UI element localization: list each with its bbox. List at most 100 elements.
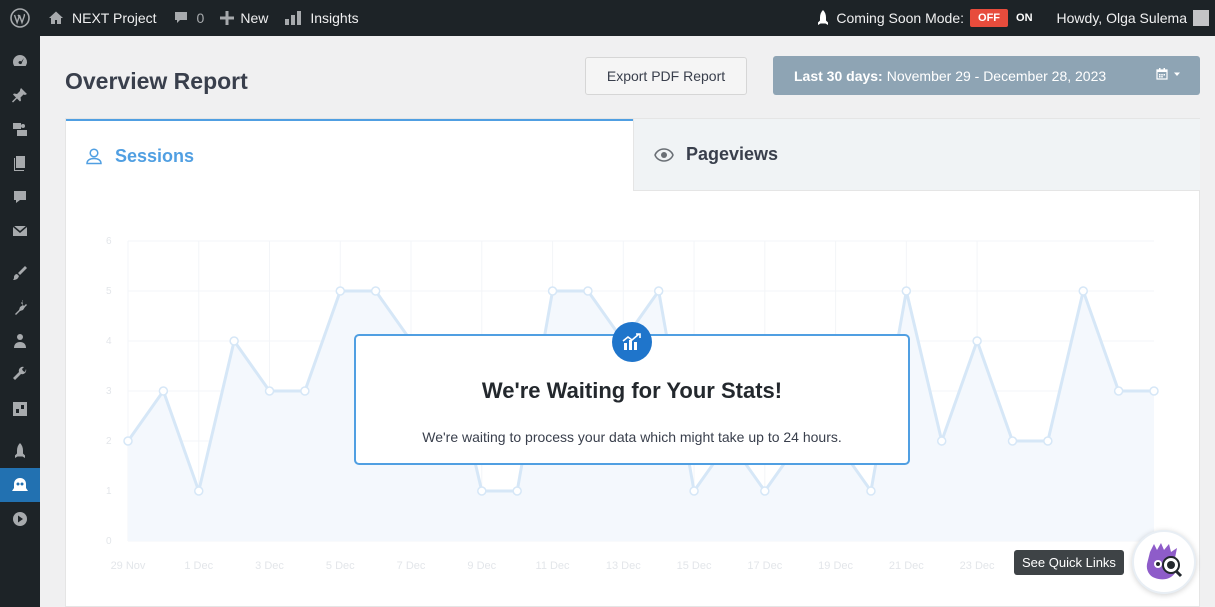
export-pdf-button[interactable]: Export PDF Report bbox=[585, 57, 747, 95]
x-tick-label: 21 Dec bbox=[889, 560, 924, 572]
data-point bbox=[1007, 436, 1018, 446]
dashboard-icon[interactable] bbox=[0, 44, 40, 78]
on-badge[interactable]: ON bbox=[1008, 9, 1041, 27]
pin-icon[interactable] bbox=[0, 78, 40, 112]
data-point bbox=[936, 436, 947, 446]
user-icon bbox=[85, 147, 115, 165]
coming-soon-label: Coming Soon Mode: bbox=[836, 10, 965, 26]
data-point bbox=[335, 286, 346, 296]
appearance-icon[interactable] bbox=[0, 256, 40, 290]
x-tick-label: 1 Dec bbox=[184, 560, 213, 572]
x-tick-label: 13 Dec bbox=[606, 560, 641, 572]
x-tick-label: 17 Dec bbox=[747, 560, 782, 572]
avatar bbox=[1193, 10, 1209, 26]
tools-icon[interactable] bbox=[0, 358, 40, 392]
chevron-down-icon bbox=[1174, 72, 1180, 76]
data-point bbox=[866, 486, 876, 496]
comment-bubble-icon bbox=[173, 10, 189, 26]
data-point bbox=[477, 486, 487, 496]
wordpress-logo-icon[interactable] bbox=[0, 0, 40, 36]
comments-link[interactable]: 0 bbox=[165, 0, 213, 36]
tab-sessions-label: Sessions bbox=[115, 145, 195, 166]
plus-icon bbox=[220, 11, 235, 25]
howdy-label: Howdy, Olga Sulema bbox=[1056, 10, 1187, 26]
x-tick-label: 11 Dec bbox=[536, 560, 571, 572]
data-point bbox=[689, 486, 699, 496]
data-point bbox=[229, 336, 239, 346]
media-icon[interactable] bbox=[0, 112, 40, 146]
waiting-text: We're waiting to process your data which… bbox=[422, 429, 842, 445]
insights-link[interactable]: Insights bbox=[276, 0, 366, 36]
x-tick-label: 23 Dec bbox=[960, 560, 995, 572]
off-badge[interactable]: OFF bbox=[970, 9, 1009, 27]
data-point bbox=[583, 286, 593, 296]
data-point bbox=[512, 486, 522, 496]
rocket-icon[interactable] bbox=[0, 434, 40, 468]
tab-pageviews[interactable]: Pageviews bbox=[633, 119, 1200, 191]
data-point bbox=[1113, 386, 1124, 396]
insights-label: Insights bbox=[310, 10, 359, 26]
x-tick-label: 29 Nov bbox=[111, 560, 146, 572]
insights-icon[interactable] bbox=[0, 468, 40, 502]
y-tick-label: 6 bbox=[106, 236, 112, 247]
date-range-picker[interactable]: Last 30 days: November 29 - December 28,… bbox=[773, 56, 1200, 95]
mail-icon[interactable] bbox=[0, 214, 40, 248]
comments-count: 0 bbox=[196, 10, 205, 26]
page-title: Overview Report bbox=[65, 68, 248, 94]
stats-chart-icon bbox=[612, 322, 652, 362]
home-icon bbox=[48, 10, 64, 26]
data-point bbox=[300, 386, 310, 396]
data-point bbox=[1078, 286, 1088, 296]
x-tick-label: 3 Dec bbox=[255, 560, 284, 572]
data-point bbox=[653, 286, 664, 296]
x-tick-label: 5 Dec bbox=[326, 560, 355, 572]
coming-soon-toggle[interactable]: Coming Soon Mode: OFF ON bbox=[808, 0, 1048, 36]
data-point bbox=[264, 386, 275, 396]
users-icon[interactable] bbox=[0, 324, 40, 358]
new-label: New bbox=[240, 10, 269, 26]
calendar-icon bbox=[1156, 68, 1182, 80]
play-icon[interactable] bbox=[0, 502, 40, 536]
new-content-link[interactable]: New bbox=[212, 0, 276, 36]
data-point bbox=[1043, 436, 1053, 446]
data-point bbox=[370, 286, 381, 296]
admin-sidebar bbox=[0, 36, 40, 607]
y-tick-label: 4 bbox=[106, 336, 112, 347]
y-tick-label: 0 bbox=[106, 536, 112, 547]
data-point bbox=[760, 486, 770, 496]
data-point bbox=[123, 436, 133, 446]
y-tick-label: 1 bbox=[106, 486, 112, 497]
bar-chart-icon bbox=[284, 10, 302, 26]
quick-links-button[interactable] bbox=[1132, 530, 1196, 594]
eye-icon bbox=[654, 147, 686, 162]
site-name-label: NEXT Project bbox=[72, 10, 157, 26]
date-range-prefix: Last 30 days: bbox=[794, 67, 883, 84]
waiting-title: We're Waiting for Your Stats! bbox=[481, 378, 783, 403]
y-tick-label: 5 bbox=[106, 286, 112, 297]
x-tick-label: 7 Dec bbox=[397, 560, 426, 572]
comments-icon[interactable] bbox=[0, 180, 40, 214]
data-point bbox=[901, 286, 912, 296]
waiting-stats-dialog: We're Waiting for Your Stats! We're wait… bbox=[354, 322, 910, 465]
y-tick-label: 3 bbox=[106, 386, 112, 397]
data-point bbox=[158, 386, 169, 396]
data-point bbox=[1149, 386, 1159, 396]
tab-pageviews-label: Pageviews bbox=[686, 144, 779, 164]
date-range-value: November 29 - December 28, 2023 bbox=[886, 67, 1107, 84]
settings-icon[interactable] bbox=[0, 392, 40, 426]
data-point bbox=[972, 336, 982, 346]
admin-bar: NEXT Project 0 New Insights Coming Soon … bbox=[0, 0, 1215, 36]
pages-icon[interactable] bbox=[0, 146, 40, 180]
monster-mascot-icon bbox=[1142, 540, 1186, 584]
user-account-link[interactable]: Howdy, Olga Sulema bbox=[1049, 0, 1215, 36]
rocket-icon bbox=[816, 10, 830, 26]
x-tick-label: 15 Dec bbox=[677, 560, 712, 572]
site-name-link[interactable]: NEXT Project bbox=[40, 0, 165, 36]
x-tick-label: 19 Dec bbox=[818, 560, 853, 572]
plugins-icon[interactable] bbox=[0, 290, 40, 324]
x-tick-label: 9 Dec bbox=[467, 560, 496, 572]
data-point bbox=[547, 286, 558, 296]
tab-sessions[interactable]: Sessions bbox=[66, 119, 633, 191]
y-tick-label: 2 bbox=[106, 436, 112, 447]
quick-links-tooltip: See Quick Links bbox=[1014, 550, 1124, 575]
